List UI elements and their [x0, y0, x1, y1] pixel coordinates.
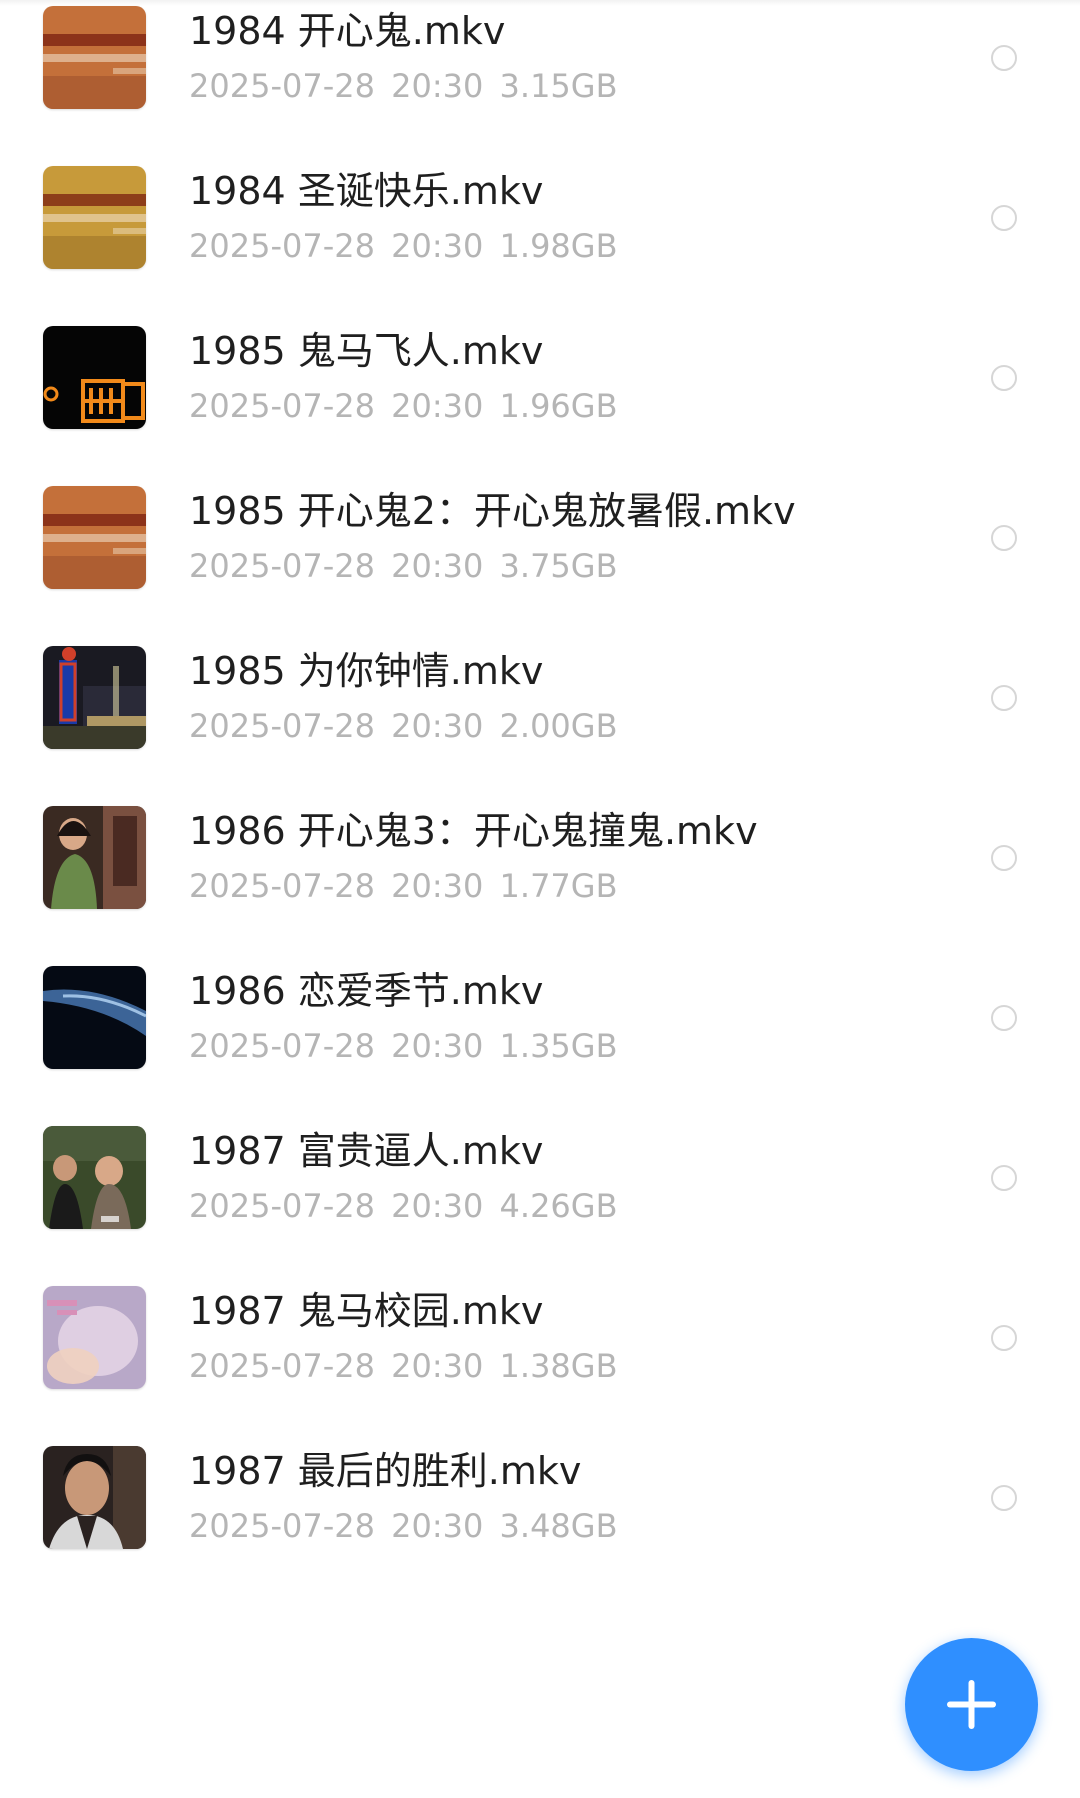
- file-date: 2025-07-28: [189, 1347, 375, 1385]
- file-size: 1.77GB: [499, 867, 618, 905]
- file-browser-screen: 1984 开心鬼.mkv 2025-07-28 20:30 3.15GB 1984…: [0, 0, 1080, 1798]
- file-name: 1986 恋爱季节.mkv: [189, 969, 544, 1013]
- video-thumbnail[interactable]: [43, 1446, 146, 1549]
- file-meta: 2025-07-28 20:30 1.98GB: [189, 226, 618, 266]
- family-scene-thumbnail: [43, 1126, 146, 1229]
- select-radio[interactable]: [991, 1325, 1017, 1351]
- woman-phone-booth-thumbnail: [43, 806, 146, 909]
- film-studio-logo-thumbnail: [43, 166, 146, 269]
- select-radio[interactable]: [991, 1165, 1017, 1191]
- file-size: 3.75GB: [499, 547, 618, 585]
- list-item[interactable]: 1985 开心鬼2：开心鬼放暑假.mkv 2025-07-28 20:30 3.7…: [0, 480, 1080, 664]
- file-meta: 2025-07-28 20:30 1.96GB: [189, 386, 618, 426]
- list-item[interactable]: 1987 富贵逼人.mkv 2025-07-28 20:30 4.26GB: [0, 1120, 1080, 1304]
- file-size: 1.35GB: [499, 1027, 618, 1065]
- list-item[interactable]: 1986 开心鬼3：开心鬼撞鬼.mkv 2025-07-28 20:30 1.77…: [0, 800, 1080, 984]
- file-size: 1.98GB: [499, 227, 618, 265]
- video-thumbnail[interactable]: [43, 966, 146, 1069]
- video-thumbnail[interactable]: [43, 1126, 146, 1229]
- video-thumbnail[interactable]: [43, 806, 146, 909]
- file-meta: 2025-07-28 20:30 2.00GB: [189, 706, 618, 746]
- list-item[interactable]: 1984 开心鬼.mkv 2025-07-28 20:30 3.15GB: [0, 0, 1080, 184]
- file-date: 2025-07-28: [189, 1507, 375, 1545]
- file-name: 1986 开心鬼3：开心鬼撞鬼.mkv: [189, 809, 758, 853]
- file-meta: 2025-07-28 20:30 1.35GB: [189, 1026, 618, 1066]
- file-size: 1.96GB: [499, 387, 618, 425]
- file-time: 20:30: [391, 387, 484, 425]
- neon-sign-thumbnail: [43, 326, 146, 429]
- file-date: 2025-07-28: [189, 387, 375, 425]
- plus-icon: [947, 1680, 996, 1729]
- file-name: 1987 富贵逼人.mkv: [189, 1129, 544, 1173]
- file-name: 1987 最后的胜利.mkv: [189, 1449, 582, 1493]
- film-studio-logo-thumbnail: [43, 6, 146, 109]
- file-date: 2025-07-28: [189, 67, 375, 105]
- file-size: 4.26GB: [499, 1187, 618, 1225]
- select-radio[interactable]: [991, 1005, 1017, 1031]
- file-time: 20:30: [391, 1347, 484, 1385]
- file-time: 20:30: [391, 547, 484, 585]
- select-radio[interactable]: [991, 205, 1017, 231]
- list-item[interactable]: 1984 圣诞快乐.mkv 2025-07-28 20:30 1.98GB: [0, 160, 1080, 344]
- file-meta: 2025-07-28 20:30 3.75GB: [189, 546, 618, 586]
- file-name: 1984 圣诞快乐.mkv: [189, 169, 544, 213]
- file-time: 20:30: [391, 67, 484, 105]
- file-meta: 2025-07-28 20:30 3.15GB: [189, 66, 618, 106]
- file-size: 1.38GB: [499, 1347, 618, 1385]
- select-radio[interactable]: [991, 845, 1017, 871]
- list-item[interactable]: 1986 恋爱季节.mkv 2025-07-28 20:30 1.35GB: [0, 960, 1080, 1144]
- file-name: 1985 鬼马飞人.mkv: [189, 329, 544, 373]
- file-date: 2025-07-28: [189, 227, 375, 265]
- list-item[interactable]: 1985 鬼马飞人.mkv 2025-07-28 20:30 1.96GB: [0, 320, 1080, 504]
- list-item[interactable]: 1987 最后的胜利.mkv 2025-07-28 20:30 3.48GB: [0, 1440, 1080, 1624]
- file-name: 1984 开心鬼.mkv: [189, 9, 506, 53]
- file-name: 1987 鬼马校园.mkv: [189, 1289, 544, 1333]
- video-thumbnail[interactable]: [43, 1286, 146, 1389]
- select-radio[interactable]: [991, 45, 1017, 71]
- file-meta: 2025-07-28 20:30 4.26GB: [189, 1186, 618, 1226]
- file-date: 2025-07-28: [189, 707, 375, 745]
- file-time: 20:30: [391, 1507, 484, 1545]
- file-name: 1985 为你钟情.mkv: [189, 649, 544, 693]
- film-studio-logo-thumbnail: [43, 486, 146, 589]
- file-date: 2025-07-28: [189, 1027, 375, 1065]
- file-time: 20:30: [391, 1187, 484, 1225]
- file-date: 2025-07-28: [189, 1187, 375, 1225]
- video-thumbnail[interactable]: [43, 166, 146, 269]
- file-time: 20:30: [391, 867, 484, 905]
- night-street-thumbnail: [43, 646, 146, 749]
- file-size: 2.00GB: [499, 707, 618, 745]
- list-item[interactable]: 1987 鬼马校园.mkv 2025-07-28 20:30 1.38GB: [0, 1280, 1080, 1464]
- video-thumbnail[interactable]: [43, 646, 146, 749]
- select-radio[interactable]: [991, 365, 1017, 391]
- man-portrait-thumbnail: [43, 1446, 146, 1549]
- select-radio[interactable]: [991, 685, 1017, 711]
- file-meta: 2025-07-28 20:30 3.48GB: [189, 1506, 618, 1546]
- file-name: 1985 开心鬼2：开心鬼放暑假.mkv: [189, 489, 796, 533]
- video-thumbnail[interactable]: [43, 486, 146, 589]
- file-size: 3.15GB: [499, 67, 618, 105]
- pink-title-thumbnail: [43, 1286, 146, 1389]
- file-date: 2025-07-28: [189, 547, 375, 585]
- file-date: 2025-07-28: [189, 867, 375, 905]
- video-thumbnail[interactable]: [43, 326, 146, 429]
- file-meta: 2025-07-28 20:30 1.38GB: [189, 1346, 618, 1386]
- select-radio[interactable]: [991, 1485, 1017, 1511]
- select-radio[interactable]: [991, 525, 1017, 551]
- file-time: 20:30: [391, 707, 484, 745]
- file-time: 20:30: [391, 227, 484, 265]
- add-button[interactable]: [905, 1638, 1038, 1771]
- file-time: 20:30: [391, 1027, 484, 1065]
- dark-blue-scene-thumbnail: [43, 966, 146, 1069]
- file-size: 3.48GB: [499, 1507, 618, 1545]
- video-thumbnail[interactable]: [43, 6, 146, 109]
- list-item[interactable]: 1985 为你钟情.mkv 2025-07-28 20:30 2.00GB: [0, 640, 1080, 824]
- file-meta: 2025-07-28 20:30 1.77GB: [189, 866, 618, 906]
